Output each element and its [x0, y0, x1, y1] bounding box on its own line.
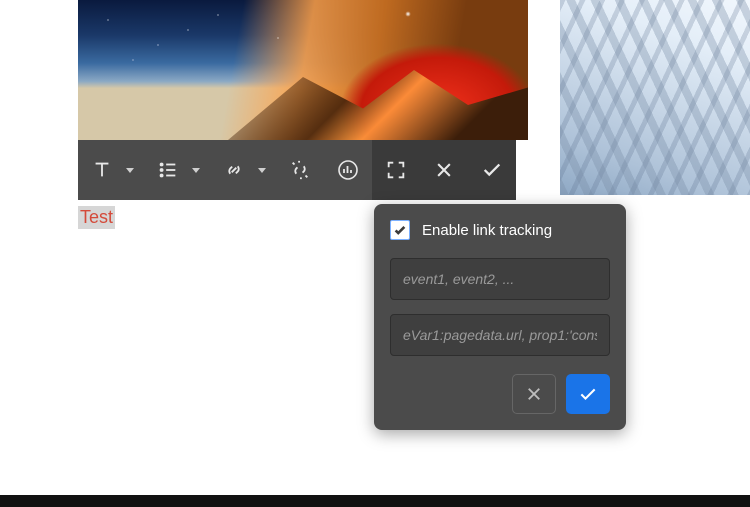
analytics-button[interactable] — [324, 140, 372, 200]
selected-text[interactable]: Test — [78, 206, 115, 229]
close-icon — [430, 156, 458, 184]
unlink-button[interactable] — [276, 140, 324, 200]
link-button[interactable] — [210, 140, 276, 200]
popover-cancel-button[interactable] — [512, 374, 556, 414]
popover-confirm-button[interactable] — [566, 374, 610, 414]
hero-image-tent — [78, 0, 528, 140]
evars-input[interactable] — [390, 314, 610, 356]
popover-actions — [390, 374, 610, 414]
chevron-down-icon — [258, 168, 266, 173]
footer-bar — [0, 495, 750, 507]
enable-tracking-checkbox[interactable] — [390, 220, 410, 240]
close-icon — [525, 385, 543, 403]
editor-canvas: Test Enable link tracking — [0, 0, 750, 507]
chevron-down-icon — [192, 168, 200, 173]
text-format-button[interactable] — [78, 140, 144, 200]
broken-link-icon — [286, 156, 314, 184]
check-icon — [478, 156, 506, 184]
toolbar-confirm-button[interactable] — [468, 140, 516, 200]
events-input[interactable] — [390, 258, 610, 300]
text-icon — [88, 156, 116, 184]
toolbar-cancel-button[interactable] — [420, 140, 468, 200]
fullscreen-icon — [382, 156, 410, 184]
list-icon — [154, 156, 182, 184]
list-button[interactable] — [144, 140, 210, 200]
fullscreen-button[interactable] — [372, 140, 420, 200]
link-icon — [220, 156, 248, 184]
enable-tracking-label: Enable link tracking — [422, 222, 552, 239]
rich-text-toolbar — [78, 140, 516, 200]
link-tracking-popover: Enable link tracking — [374, 204, 626, 430]
enable-tracking-row: Enable link tracking — [390, 220, 610, 240]
check-icon — [578, 384, 598, 404]
chevron-down-icon — [126, 168, 134, 173]
hero-image-mountain — [560, 0, 750, 195]
analytics-icon — [334, 156, 362, 184]
